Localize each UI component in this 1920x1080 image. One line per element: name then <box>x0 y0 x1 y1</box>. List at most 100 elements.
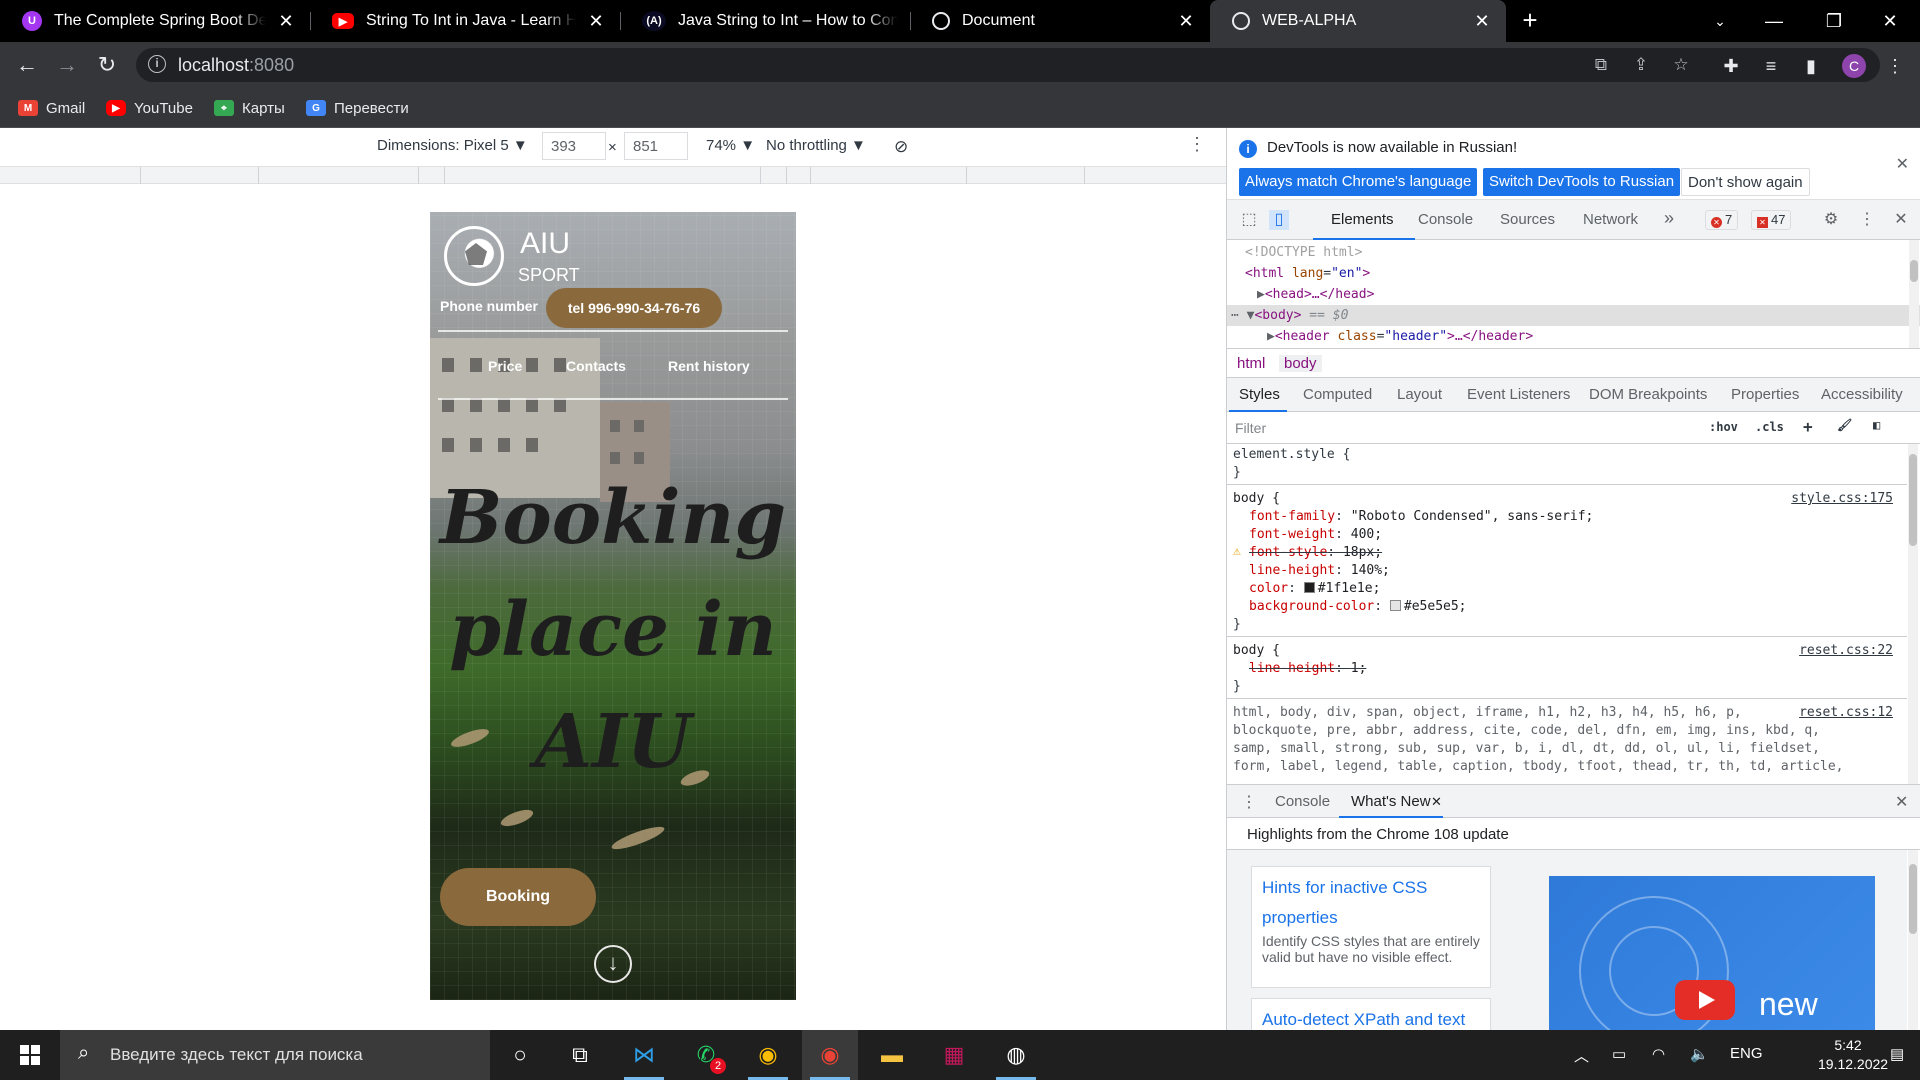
tab-properties[interactable]: Properties <box>1731 386 1799 403</box>
chrome-profile-icon[interactable]: ◉ <box>802 1030 858 1080</box>
booking-button[interactable]: Booking <box>440 868 596 926</box>
whats-new-video-thumbnail[interactable]: new <box>1549 876 1875 1030</box>
decl-line-height-overridden[interactable]: line-height: 1; <box>1233 660 1903 678</box>
file-explorer-icon[interactable]: ▬ <box>864 1030 920 1080</box>
taskbar-search[interactable]: ⌕ Введите здесь текст для поиска <box>60 1030 490 1080</box>
tab-string-to-int[interactable]: ▶ String To Int in Java - Learn How ✕ <box>310 0 620 42</box>
breadcrumb-body[interactable]: body <box>1279 355 1322 372</box>
dom-node-doctype[interactable]: <!DOCTYPE html> <box>1245 242 1920 263</box>
dom-node-head[interactable]: ▶<head>…</head> <box>1257 284 1920 305</box>
device-height-input[interactable]: 851 <box>624 132 688 160</box>
throttling-select[interactable]: No throttling ▼ <box>766 137 866 154</box>
tab-elements[interactable]: Elements <box>1331 211 1394 228</box>
tab-accessibility[interactable]: Accessibility <box>1821 386 1903 403</box>
extensions-icon[interactable]: ✚ <box>1720 55 1742 77</box>
error-count-badge[interactable]: ✕ 7 <box>1705 210 1739 230</box>
close-drawer-icon[interactable]: ✕ <box>1895 792 1908 812</box>
vscode-icon[interactable]: ⋈ <box>616 1030 672 1080</box>
feature-card[interactable]: Auto-detect XPath and text <box>1251 998 1491 1030</box>
source-link[interactable]: reset.css:22 <box>1799 642 1893 660</box>
cortana-icon[interactable]: ○ <box>492 1030 548 1080</box>
scroll-down-arrow-icon[interactable]: ↓ <box>594 945 632 983</box>
color-swatch[interactable] <box>1303 582 1315 593</box>
translate-icon[interactable]: ⧉ <box>1590 54 1612 76</box>
back-button[interactable]: ← <box>12 50 42 80</box>
source-link[interactable]: reset.css:12 <box>1799 704 1893 722</box>
whats-new-scrollbar[interactable] <box>1908 850 1918 1030</box>
hover-state-toggle[interactable]: :hov <box>1709 420 1738 434</box>
toggle-sidebar-icon[interactable]: ◧ <box>1873 418 1880 432</box>
device-menu-icon[interactable]: ⋮ <box>1188 134 1206 155</box>
new-tab-button[interactable]: + <box>1514 6 1546 36</box>
paint-bucket-icon[interactable]: 🖌 <box>1837 418 1852 432</box>
styles-filter-input[interactable]: Filter <box>1235 420 1675 436</box>
bookmark-maps[interactable]: ⌖ Карты <box>214 97 285 119</box>
styles-scrollbar[interactable] <box>1908 444 1918 784</box>
rule-reset-selectors[interactable]: html, body, div, span, object, iframe, h… <box>1233 704 1903 722</box>
device-dimensions-select[interactable]: Dimensions: Pixel 5 ▼ <box>377 137 528 154</box>
match-language-button[interactable]: Always match Chrome's language <box>1239 168 1478 196</box>
restore-button[interactable]: ❐ <box>1804 0 1864 42</box>
dont-show-again-button[interactable]: Don't show again <box>1681 168 1810 196</box>
profile-avatar[interactable]: C <box>1842 54 1866 78</box>
tab-search-chevron-icon[interactable]: ⌄ <box>1690 0 1750 42</box>
decl-background-color[interactable]: background-color: #e5e5e5; <box>1233 598 1903 616</box>
chrome-menu-icon[interactable]: ⋮ <box>1884 55 1906 77</box>
battery-icon[interactable]: ▭ <box>1612 1045 1626 1063</box>
close-devtools-icon[interactable]: ✕ <box>1891 210 1911 230</box>
rule-body-selector[interactable]: body {style.css:175 <box>1233 490 1903 508</box>
new-rule-icon[interactable]: + <box>1803 417 1813 436</box>
minimize-button[interactable]: — <box>1744 0 1804 42</box>
rule-body-reset[interactable]: body {reset.css:22 <box>1233 642 1903 660</box>
zoom-select[interactable]: 74% ▼ <box>706 137 755 154</box>
decl-font-style-invalid[interactable]: font-style: 18px; <box>1233 544 1903 562</box>
close-icon[interactable]: ✕ <box>584 11 608 32</box>
bookmark-gmail[interactable]: M Gmail <box>18 97 85 119</box>
drawer-menu-icon[interactable]: ⋮ <box>1241 792 1257 812</box>
forward-button[interactable]: → <box>52 50 82 80</box>
whatsapp-icon[interactable]: ✆ 2 <box>678 1030 734 1080</box>
dom-node-html[interactable]: <html lang="en"> <box>1245 263 1920 284</box>
wifi-icon[interactable]: ◠ <box>1652 1045 1665 1063</box>
tab-java-string[interactable]: (A) Java String to Int – How to Conve <box>620 0 910 42</box>
color-swatch[interactable] <box>1389 600 1401 611</box>
rotate-icon[interactable]: ⊘ <box>894 137 908 157</box>
youtube-play-icon[interactable] <box>1675 980 1735 1020</box>
device-width-input[interactable]: 393 <box>542 132 606 160</box>
dom-node-body[interactable]: ⋯ ▼<body> == $0 <box>1227 305 1920 326</box>
close-icon[interactable]: ✕ <box>1431 794 1442 810</box>
rule-element-style[interactable]: element.style { <box>1233 446 1903 464</box>
bookmark-star-icon[interactable]: ☆ <box>1670 54 1692 76</box>
inspect-element-icon[interactable]: ⬚ <box>1239 210 1259 230</box>
tab-computed[interactable]: Computed <box>1303 386 1372 403</box>
dom-scrollbar[interactable] <box>1909 240 1919 348</box>
nav-link-price[interactable]: Price <box>488 358 522 374</box>
source-link[interactable]: style.css:175 <box>1791 490 1893 508</box>
site-info-icon[interactable]: i <box>148 55 166 73</box>
decl-color[interactable]: color: #1f1e1e; <box>1233 580 1903 598</box>
tab-web-alpha[interactable]: WEB-ALPHA ✕ <box>1210 0 1506 42</box>
bookmark-translate[interactable]: G Перевести <box>306 97 409 119</box>
tab-console[interactable]: Console <box>1418 211 1473 228</box>
tab-network[interactable]: Network <box>1583 211 1638 228</box>
tab-spring-boot[interactable]: U The Complete Spring Boot Devel ✕ <box>0 0 310 42</box>
settings-gear-icon[interactable]: ⚙ <box>1821 210 1841 230</box>
tab-layout[interactable]: Layout <box>1397 386 1442 403</box>
tab-dom-breakpoints[interactable]: DOM Breakpoints <box>1589 386 1707 403</box>
side-panel-icon[interactable]: ▮ <box>1800 55 1822 77</box>
reload-button[interactable]: ↻ <box>92 50 122 80</box>
share-icon[interactable]: ⇪ <box>1630 54 1652 76</box>
device-toggle-icon[interactable]: ▯ <box>1269 210 1289 230</box>
notifications-icon[interactable]: ▤ <box>1890 1045 1904 1063</box>
tab-styles[interactable]: Styles <box>1239 386 1280 403</box>
show-hidden-icons-chevron-icon[interactable]: ︿ <box>1574 1045 1589 1066</box>
feature-card-title[interactable]: Hints for inactive CSS properties <box>1262 873 1480 933</box>
volume-icon[interactable]: 🔈 <box>1690 1045 1709 1063</box>
close-icon[interactable]: ✕ <box>1896 154 1909 174</box>
nav-link-contacts[interactable]: Contacts <box>566 358 626 374</box>
winrar-icon[interactable]: ▦ <box>926 1030 982 1080</box>
input-language[interactable]: ENG <box>1730 1045 1763 1062</box>
drawer-tab-console[interactable]: Console <box>1275 793 1330 810</box>
issue-count-badge[interactable]: ✕ 47 <box>1751 210 1792 230</box>
start-button[interactable] <box>0 1030 60 1080</box>
